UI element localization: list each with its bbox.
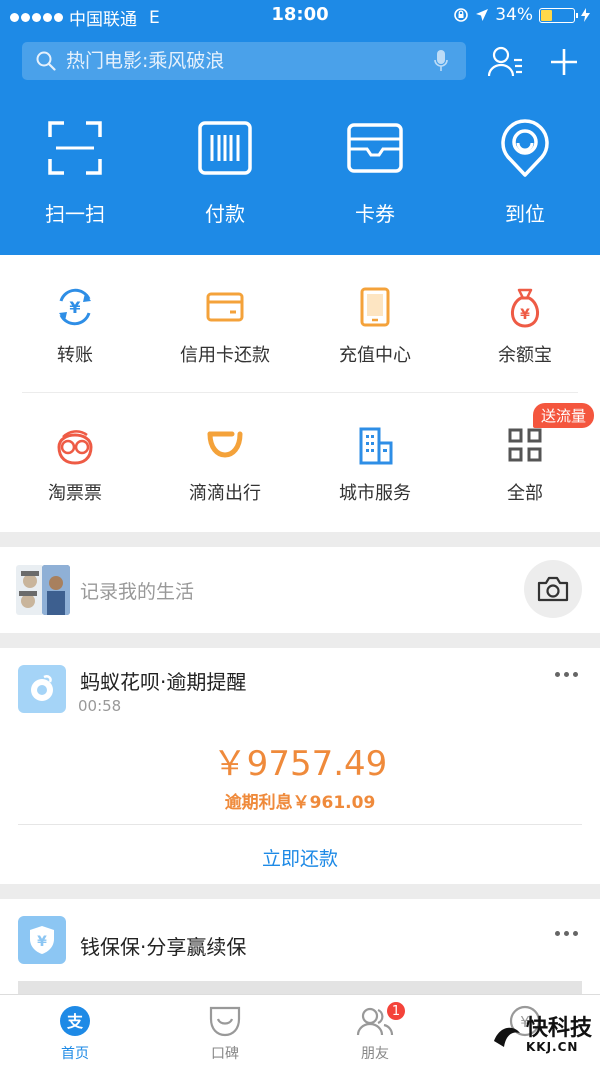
svg-text:¥: ¥ — [37, 934, 47, 950]
grid-icon — [503, 423, 547, 467]
service-didi[interactable]: 滴滴出行 — [150, 423, 300, 505]
service-city[interactable]: 城市服务 — [300, 423, 450, 505]
avatar — [42, 565, 70, 615]
quick-arrive-label: 到位 — [505, 202, 545, 226]
quick-pay-label: 付款 — [205, 202, 245, 226]
grid-divider — [22, 392, 578, 393]
building-icon — [353, 423, 397, 467]
plus-icon — [551, 49, 577, 75]
overdue-amount: ￥9757.49 — [212, 744, 388, 784]
phone-icon — [353, 285, 397, 329]
credit-card-icon — [203, 285, 247, 329]
service-topup[interactable]: 充值中心 — [300, 285, 450, 367]
tab-friends[interactable]: 1 朋友 — [300, 995, 450, 1066]
camera-button[interactable] — [524, 560, 582, 618]
tab-friends-label: 朋友 — [361, 1046, 389, 1062]
overdue-interest: 逾期利息￥961.09 — [224, 793, 376, 813]
watermark: 快科技 KKJ.CN — [492, 1018, 592, 1054]
services-row-2: 淘票票 滴滴出行 城市服务 送流量 全部 — [0, 403, 600, 505]
quick-scan[interactable]: 扫一扫 — [0, 118, 150, 227]
location-arrow-icon — [476, 9, 489, 21]
contacts-button[interactable] — [486, 44, 526, 80]
status-right: 34% — [453, 5, 590, 25]
quick-scan-label: 扫一扫 — [45, 202, 105, 226]
service-all[interactable]: 送流量 全部 — [450, 403, 600, 505]
battery-icon — [539, 7, 578, 23]
quick-cards-label: 卡券 — [355, 202, 395, 226]
search-input[interactable] — [56, 50, 396, 72]
money-bag-icon: ¥ — [503, 285, 547, 329]
service-topup-label: 充值中心 — [339, 345, 411, 366]
quick-cards[interactable]: 卡券 — [300, 118, 450, 227]
huabei-title: 蚂蚁花呗·逾期提醒 — [80, 670, 247, 694]
battery-percent: 34% — [495, 5, 533, 25]
card-preview-strip — [18, 981, 582, 994]
service-transfer[interactable]: ¥ 转账 — [0, 285, 150, 367]
quick-pay[interactable]: 付款 — [150, 118, 300, 227]
rotation-lock-icon — [454, 8, 469, 22]
watermark-main: 快科技 — [525, 1016, 592, 1041]
service-yuebao-label: 余额宝 — [498, 345, 552, 366]
service-credit-card[interactable]: 信用卡还款 — [150, 285, 300, 367]
promo-badge: 送流量 — [532, 403, 594, 428]
more-options-icon[interactable] — [555, 672, 578, 677]
service-transfer-label: 转账 — [57, 345, 93, 366]
card-divider — [18, 824, 582, 825]
alipay-logo-icon: 支 — [60, 1006, 90, 1036]
service-yuebao[interactable]: ¥ 余额宝 — [450, 285, 600, 367]
koubei-icon — [209, 1006, 241, 1037]
contacts-icon — [488, 46, 522, 77]
huabei-icon — [18, 665, 66, 713]
tab-koubei[interactable]: 口碑 — [150, 995, 300, 1066]
transfer-icon: ¥ — [53, 285, 97, 329]
tab-koubei-label: 口碑 — [211, 1046, 239, 1062]
qianbaobao-card[interactable]: ¥ 钱保保·分享赢续保 — [0, 899, 600, 994]
wallet-icon — [345, 118, 405, 178]
search-icon — [36, 51, 56, 71]
svg-text:¥: ¥ — [520, 307, 530, 323]
tab-home[interactable]: 支 首页 — [0, 995, 150, 1066]
microphone-icon[interactable] — [434, 50, 448, 72]
camera-icon — [537, 576, 569, 602]
service-all-label: 全部 — [507, 483, 543, 504]
qianbaobao-title: 钱保保·分享赢续保 — [80, 935, 247, 959]
huabei-reminder-card[interactable]: 蚂蚁花呗·逾期提醒 00:58 ￥9757.49 逾期利息￥961.09 立即还… — [0, 648, 600, 884]
tab-home-label: 首页 — [61, 1046, 89, 1062]
service-city-label: 城市服务 — [339, 483, 411, 504]
location-pin-icon — [495, 118, 555, 178]
friend-avatars — [16, 565, 70, 615]
friends-badge: 1 — [385, 1000, 407, 1022]
services-grid: ¥ 转账 信用卡还款 充值中心 ¥ 余额宝 淘票票 滴滴出行 城市服务 送流量 … — [0, 255, 600, 532]
scan-icon — [45, 118, 105, 178]
shield-yen-icon: ¥ — [18, 916, 66, 964]
svg-text:支: 支 — [66, 1012, 84, 1031]
service-didi-label: 滴滴出行 — [189, 483, 261, 504]
quick-actions: 扫一扫 付款 卡券 到位 — [0, 118, 600, 227]
watermark-logo-icon — [493, 1027, 520, 1047]
header: 中国联通 E 18:00 34% 扫一扫 — [0, 0, 600, 255]
didi-icon — [203, 423, 247, 467]
search-bar[interactable] — [22, 42, 466, 80]
more-options-icon[interactable] — [555, 931, 578, 936]
service-credit-card-label: 信用卡还款 — [180, 345, 270, 366]
svg-text:¥: ¥ — [69, 298, 80, 317]
glasses-face-icon — [53, 423, 97, 467]
avatar — [16, 565, 44, 615]
watermark-sub: KKJ.CN — [525, 1040, 579, 1054]
service-taopiaopiao[interactable]: 淘票票 — [0, 423, 150, 505]
life-composer[interactable]: 记录我的生活 — [0, 547, 600, 633]
quick-arrive[interactable]: 到位 — [450, 118, 600, 227]
status-bar: 中国联通 E 18:00 34% — [0, 0, 600, 32]
life-placeholder: 记录我的生活 — [80, 581, 195, 603]
repay-now-button[interactable]: 立即还款 — [0, 844, 600, 871]
charging-icon — [581, 8, 590, 22]
service-taopiaopiao-label: 淘票票 — [48, 483, 102, 504]
services-row-1: ¥ 转账 信用卡还款 充值中心 ¥ 余额宝 — [0, 285, 600, 367]
barcode-icon — [195, 118, 255, 178]
add-button[interactable] — [544, 44, 584, 80]
huabei-time: 00:58 — [78, 697, 122, 715]
